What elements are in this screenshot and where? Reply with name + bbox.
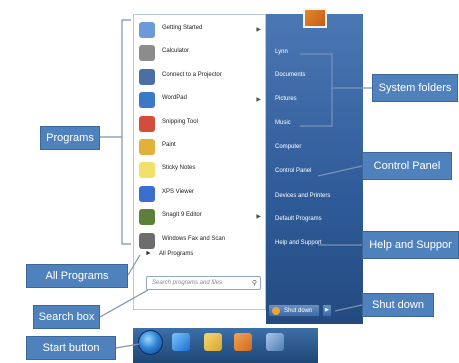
all-programs-connector	[127, 254, 141, 276]
start-button-connector	[115, 343, 140, 349]
callout-programs: Programs	[40, 126, 100, 150]
callout-help-support: Help and Suppor	[362, 231, 459, 259]
callout-all-programs: All Programs	[26, 264, 128, 288]
shut-down-connector	[334, 304, 363, 312]
control-panel-connector	[317, 165, 363, 177]
callout-shut-down: Shut down	[362, 293, 434, 317]
system-folders-bracket	[300, 53, 333, 127]
callout-start-button: Start button	[26, 336, 116, 360]
search-box-connector	[99, 289, 149, 318]
callout-search-box: Search box	[33, 305, 100, 329]
callout-control-panel: Control Panel	[362, 152, 452, 180]
programs-bracket	[121, 19, 131, 245]
callout-system-folders: System folders	[372, 74, 458, 102]
